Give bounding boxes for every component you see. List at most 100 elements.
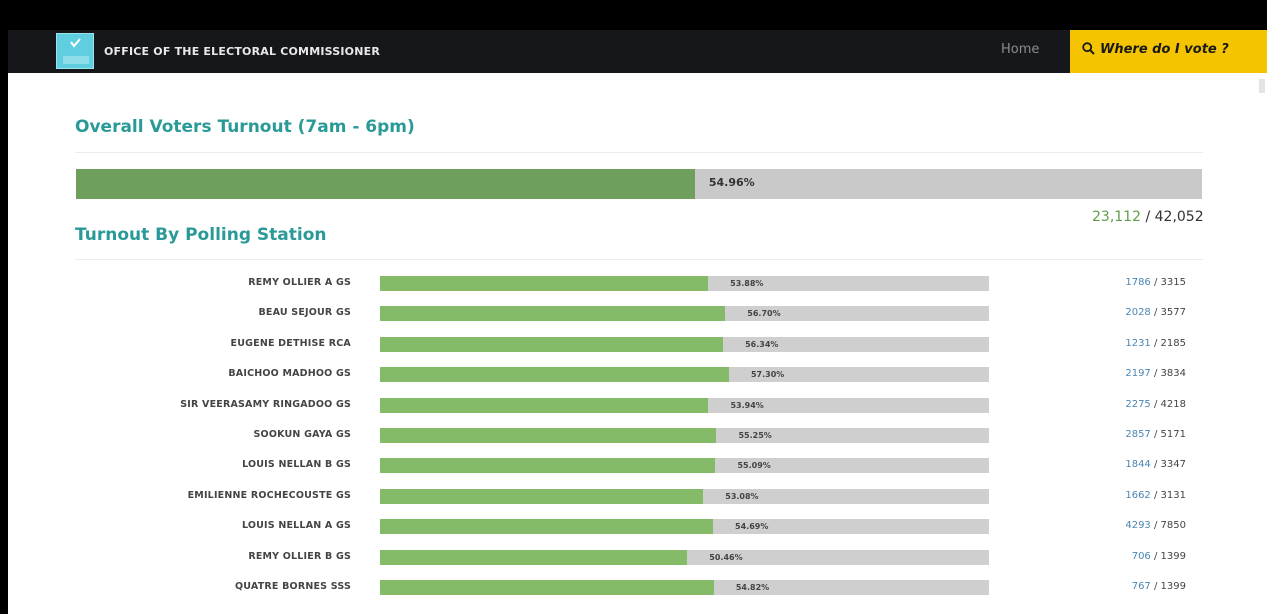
station-name: EMILIENNE ROCHECOUSTE GS bbox=[187, 489, 351, 501]
station-progress-fill bbox=[380, 276, 709, 291]
station-percent-label: 54.69% bbox=[735, 522, 769, 532]
station-percent-label: 55.09% bbox=[737, 461, 771, 471]
overall-registered: 42,052 bbox=[1154, 209, 1204, 225]
station-separator: / bbox=[1153, 459, 1158, 471]
station-progress-fill bbox=[380, 488, 704, 504]
station-name: REMY OLLIER B GS bbox=[248, 550, 351, 562]
station-name: SIR VEERASAMY RINGADOO GS bbox=[180, 398, 351, 410]
station-row: BEAU SEJOUR GS 56.70% 2028 / 3577 bbox=[8, 303, 1267, 333]
station-separator: / bbox=[1153, 277, 1158, 288]
station-row: EMILIENNE ROCHECOUSTE GS 53.08% 1662 / 313… bbox=[8, 486, 1267, 516]
station-voted-link[interactable]: 1844 bbox=[1125, 459, 1150, 470]
top-navbar: OFFICE OF THE ELECTORAL COMMISSIONER Hom… bbox=[8, 30, 1267, 73]
station-separator: / bbox=[1153, 337, 1158, 349]
station-count: 1786 / 3315 bbox=[1018, 273, 1186, 293]
window-top-strip bbox=[0, 0, 1267, 30]
station-progress-fill bbox=[380, 367, 729, 383]
site-brand[interactable]: OFFICE OF THE ELECTORAL COMMISSIONER bbox=[104, 30, 380, 73]
where-do-i-vote-label: Where do I vote ? bbox=[1100, 42, 1229, 57]
station-progress-fill bbox=[380, 336, 724, 352]
station-name: QUATRE BORNES SSS bbox=[235, 581, 351, 592]
station-name: EUGENE DETHISE RCA bbox=[230, 337, 351, 349]
station-count: 1662 / 3131 bbox=[1018, 486, 1186, 506]
station-row: LOUIS NELLAN B GS 55.09% 1844 / 3347 bbox=[8, 455, 1267, 485]
divider bbox=[75, 259, 1203, 260]
station-percent-label: 56.70% bbox=[747, 309, 781, 319]
station-progress-bar: 50.46% bbox=[380, 549, 989, 565]
divider bbox=[75, 152, 1203, 153]
station-total: 4218 bbox=[1160, 398, 1186, 410]
station-name: BAICHOO MADHOO GS bbox=[228, 368, 351, 380]
station-voted-link[interactable]: 1662 bbox=[1125, 490, 1150, 501]
station-voted-link[interactable]: 767 bbox=[1132, 581, 1151, 592]
station-separator: / bbox=[1153, 581, 1158, 592]
main-content: Overall Voters Turnout (7am - 6pm) 54.96… bbox=[8, 73, 1267, 614]
station-row: EUGENE DETHISE RCA 56.34% 1231 / 2185 bbox=[8, 334, 1267, 364]
station-row: LOUIS NELLAN A GS 54.69% 4293 / 7850 bbox=[8, 516, 1267, 546]
nav-home-link[interactable]: Home bbox=[1001, 30, 1039, 73]
station-separator: / bbox=[1153, 489, 1158, 501]
station-progress-bar: 56.34% bbox=[380, 336, 989, 352]
station-progress-bar: 57.30% bbox=[380, 367, 989, 383]
station-count: 2197 / 3834 bbox=[1018, 364, 1186, 384]
station-percent-label: 56.34% bbox=[745, 339, 779, 349]
station-total: 3131 bbox=[1160, 489, 1186, 501]
station-voted-link[interactable]: 706 bbox=[1132, 551, 1151, 562]
where-do-i-vote-button[interactable]: Where do I vote ? bbox=[1070, 30, 1267, 73]
station-separator: / bbox=[1153, 550, 1158, 562]
station-progress-bar: 55.25% bbox=[380, 428, 989, 443]
station-progress-bar: 56.70% bbox=[380, 306, 989, 322]
station-percent-label: 53.88% bbox=[730, 279, 764, 288]
overall-percent-label: 54.96% bbox=[708, 176, 755, 189]
station-name: REMY OLLIER A GS bbox=[248, 277, 351, 288]
station-progress-fill bbox=[380, 306, 726, 322]
station-progress-bar: 53.94% bbox=[380, 397, 989, 413]
station-name: SOOKUN GAYA GS bbox=[253, 429, 351, 440]
station-total: 1399 bbox=[1160, 550, 1186, 562]
station-row: REMY OLLIER B GS 50.46% 706 / 1399 bbox=[8, 547, 1267, 577]
station-percent-label: 50.46% bbox=[709, 552, 743, 562]
station-voted-link[interactable]: 2275 bbox=[1125, 399, 1150, 410]
scrollbar-thumb[interactable] bbox=[1259, 79, 1265, 93]
station-separator: / bbox=[1153, 429, 1158, 440]
overall-count: 23,112 / 42,052 bbox=[1092, 209, 1204, 225]
station-total: 3347 bbox=[1160, 459, 1186, 471]
station-total: 1399 bbox=[1160, 581, 1186, 592]
station-percent-label: 57.30% bbox=[750, 370, 785, 380]
station-progress-fill bbox=[380, 458, 716, 474]
station-voted-link[interactable]: 1231 bbox=[1125, 338, 1150, 349]
station-progress-bar: 53.88% bbox=[380, 276, 989, 291]
station-count: 1844 / 3347 bbox=[1018, 455, 1186, 475]
ballot-check-icon[interactable] bbox=[56, 33, 94, 69]
station-progress-fill bbox=[380, 519, 714, 535]
station-row: REMY OLLIER A GS 53.88% 1786 / 3315 bbox=[8, 273, 1267, 303]
station-percent-label: 53.94% bbox=[730, 400, 764, 410]
station-separator: / bbox=[1153, 398, 1158, 410]
station-voted-link[interactable]: 2197 bbox=[1125, 368, 1150, 379]
station-total: 3315 bbox=[1160, 277, 1186, 288]
station-row: SIR VEERASAMY RINGADOO GS 53.94% 2275 / 42… bbox=[8, 395, 1267, 425]
station-name: BEAU SEJOUR GS bbox=[258, 307, 351, 319]
station-progress-fill bbox=[380, 397, 709, 413]
station-total: 3577 bbox=[1160, 307, 1186, 319]
polling-station-heading: Turnout By Polling Station bbox=[75, 225, 327, 245]
station-percent-label: 55.25% bbox=[738, 431, 772, 440]
station-voted-link[interactable]: 1786 bbox=[1125, 277, 1150, 288]
station-voted-link[interactable]: 2028 bbox=[1125, 307, 1150, 318]
station-row: BAICHOO MADHOO GS 57.30% 2197 / 3834 bbox=[8, 364, 1267, 394]
search-icon bbox=[1082, 42, 1095, 55]
station-voted-link[interactable]: 4293 bbox=[1125, 520, 1150, 531]
station-row: QUATRE BORNES SSS 54.82% 767 / 1399 bbox=[8, 577, 1267, 607]
station-voted-link[interactable]: 2857 bbox=[1125, 429, 1150, 440]
station-total: 3834 bbox=[1160, 368, 1186, 380]
station-separator: / bbox=[1153, 307, 1158, 319]
overall-progress-bar: 54.96% bbox=[76, 169, 1202, 199]
station-progress-bar: 54.82% bbox=[380, 580, 989, 595]
station-name: LOUIS NELLAN B GS bbox=[242, 459, 351, 471]
station-count: 4293 / 7850 bbox=[1018, 516, 1186, 536]
station-progress-bar: 55.09% bbox=[380, 458, 989, 474]
station-progress-fill bbox=[380, 580, 714, 595]
station-percent-label: 54.82% bbox=[735, 583, 770, 592]
station-count: 706 / 1399 bbox=[1018, 547, 1186, 567]
station-total: 7850 bbox=[1160, 520, 1186, 532]
